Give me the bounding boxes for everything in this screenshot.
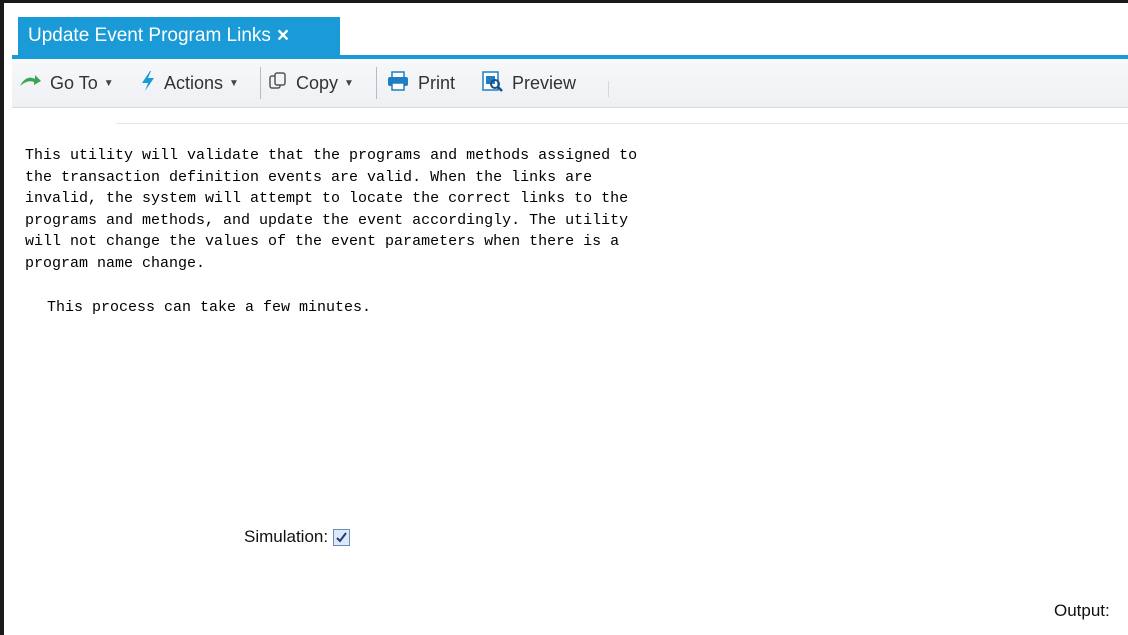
printer-icon bbox=[386, 70, 410, 97]
checkmark-icon bbox=[336, 532, 347, 543]
actions-label: Actions bbox=[164, 72, 224, 93]
copy-button[interactable]: Copy ▼ bbox=[268, 59, 354, 107]
lightning-icon bbox=[140, 70, 156, 97]
simulation-label: Simulation: bbox=[244, 527, 329, 546]
simulation-checkbox[interactable] bbox=[333, 529, 350, 546]
actions-button[interactable]: Actions ▼ bbox=[140, 59, 239, 107]
utility-description: This utility will validate that the prog… bbox=[25, 147, 638, 272]
copy-icon bbox=[268, 71, 288, 96]
chevron-down-icon: ▼ bbox=[229, 77, 239, 89]
preview-label: Preview bbox=[512, 72, 577, 93]
tab-strip: Update Event Program Links × bbox=[12, 13, 1128, 59]
copy-label: Copy bbox=[296, 72, 339, 93]
print-button[interactable]: Print bbox=[386, 59, 455, 107]
tab-update-event-program-links[interactable]: Update Event Program Links × bbox=[18, 17, 340, 55]
content-divider bbox=[116, 123, 1128, 124]
close-icon[interactable]: × bbox=[277, 17, 289, 55]
preview-icon bbox=[480, 70, 504, 97]
toolbar: Go To ▼ Actions ▼ Copy ▼ Print Preview bbox=[12, 59, 1128, 108]
goto-label: Go To bbox=[50, 72, 98, 93]
chevron-down-icon: ▼ bbox=[344, 77, 354, 89]
window-frame: Update Event Program Links × Go To ▼ Acti… bbox=[0, 0, 1128, 635]
preview-button[interactable]: Preview bbox=[480, 59, 576, 107]
tab-title: Update Event Program Links bbox=[28, 25, 271, 46]
chevron-down-icon: ▼ bbox=[103, 77, 114, 89]
toolbar-separator bbox=[608, 81, 609, 97]
process-note: This process can take a few minutes. bbox=[47, 299, 372, 316]
goto-arrow-icon bbox=[18, 72, 42, 95]
goto-button[interactable]: Go To ▼ bbox=[18, 59, 114, 107]
output-label: Output: bbox=[1054, 601, 1110, 620]
toolbar-separator bbox=[260, 67, 261, 99]
print-label: Print bbox=[418, 72, 456, 93]
toolbar-separator bbox=[376, 67, 377, 99]
